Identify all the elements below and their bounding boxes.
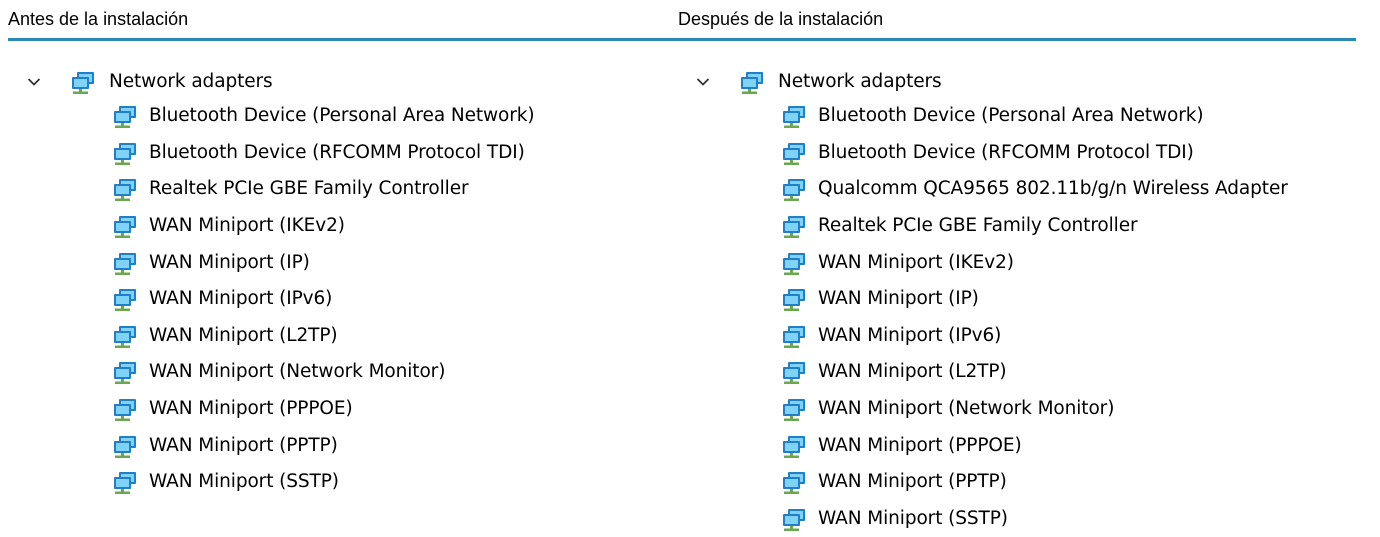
- tree-item-label: WAN Miniport (Network Monitor): [149, 361, 446, 383]
- chevron-down-icon[interactable]: [696, 66, 722, 98]
- tree-item[interactable]: WAN Miniport (Network Monitor): [780, 391, 1288, 428]
- tree-item-label: WAN Miniport (SSTP): [818, 507, 1008, 529]
- tree-item-label: WAN Miniport (L2TP): [149, 324, 338, 346]
- network-adapter-icon: [780, 140, 808, 166]
- tree-item[interactable]: WAN Miniport (PPPOE): [111, 391, 535, 428]
- heading-after: Después de la instalación: [678, 9, 884, 29]
- tree-item[interactable]: WAN Miniport (L2TP): [111, 318, 535, 355]
- network-adapter-icon: [111, 286, 139, 312]
- tree-item[interactable]: WAN Miniport (IKEv2): [111, 208, 535, 245]
- tree-children: Bluetooth Device (Personal Area Network)…: [780, 98, 1288, 537]
- chevron-down-icon[interactable]: [27, 66, 53, 98]
- tree-item[interactable]: WAN Miniport (IKEv2): [780, 244, 1288, 281]
- tree-item[interactable]: WAN Miniport (SSTP): [111, 464, 535, 501]
- tree-item-label: WAN Miniport (IP): [149, 251, 310, 273]
- tree-item-label: Qualcomm QCA9565 802.11b/g/n Wireless Ad…: [818, 178, 1288, 200]
- tree-item-label: Bluetooth Device (RFCOMM Protocol TDI): [149, 141, 525, 163]
- tree-item[interactable]: Qualcomm QCA9565 802.11b/g/n Wireless Ad…: [780, 171, 1288, 208]
- tree-item[interactable]: Realtek PCIe GBE Family Controller: [780, 208, 1288, 245]
- tree-item-label: WAN Miniport (L2TP): [818, 361, 1007, 383]
- tree-item-label: Bluetooth Device (Personal Area Network): [818, 105, 1204, 127]
- network-adapter-icon: [780, 323, 808, 349]
- tree-item-label: Realtek PCIe GBE Family Controller: [149, 178, 469, 200]
- device-tree-before: Network adapters Bluetooth Device (Perso…: [27, 66, 535, 501]
- tree-item[interactable]: WAN Miniport (IP): [111, 244, 535, 281]
- tree-node-network-adapters[interactable]: Network adapters: [27, 66, 535, 98]
- network-adapter-icon: [69, 69, 97, 95]
- tree-item-label: WAN Miniport (PPPOE): [818, 434, 1022, 456]
- network-adapter-icon: [111, 140, 139, 166]
- tree-item-label: Bluetooth Device (Personal Area Network): [149, 105, 535, 127]
- tree-item-label: WAN Miniport (IPv6): [818, 324, 1002, 346]
- tree-item-label: WAN Miniport (IKEv2): [149, 215, 345, 237]
- network-adapter-icon: [111, 213, 139, 239]
- tree-item[interactable]: WAN Miniport (PPTP): [111, 427, 535, 464]
- heading-before: Antes de la instalación: [8, 9, 189, 29]
- network-adapter-icon: [780, 396, 808, 422]
- tree-node-network-adapters[interactable]: Network adapters: [696, 66, 1288, 98]
- tree-item[interactable]: Bluetooth Device (Personal Area Network): [780, 98, 1288, 135]
- network-adapter-icon: [780, 176, 808, 202]
- network-adapter-icon: [780, 250, 808, 276]
- tree-item-label: WAN Miniport (SSTP): [149, 471, 339, 493]
- tree-children: Bluetooth Device (Personal Area Network)…: [111, 98, 535, 501]
- tree-item-label: WAN Miniport (Network Monitor): [818, 398, 1115, 420]
- tree-item[interactable]: WAN Miniport (Network Monitor): [111, 354, 535, 391]
- network-adapter-icon: [111, 433, 139, 459]
- network-adapter-icon: [111, 323, 139, 349]
- network-adapter-icon: [111, 396, 139, 422]
- network-adapter-icon: [111, 469, 139, 495]
- tree-item[interactable]: Bluetooth Device (RFCOMM Protocol TDI): [111, 135, 535, 172]
- tree-item[interactable]: WAN Miniport (IPv6): [780, 318, 1288, 355]
- network-adapter-icon: [738, 69, 766, 95]
- tree-item[interactable]: Bluetooth Device (RFCOMM Protocol TDI): [780, 135, 1288, 172]
- tree-item-label: Realtek PCIe GBE Family Controller: [818, 215, 1138, 237]
- tree-item[interactable]: WAN Miniport (PPPOE): [780, 427, 1288, 464]
- network-adapter-icon: [780, 469, 808, 495]
- tree-node-label: Network adapters: [778, 71, 942, 92]
- network-adapter-icon: [111, 103, 139, 129]
- tree-item-label: WAN Miniport (PPTP): [818, 471, 1007, 493]
- network-adapter-icon: [780, 103, 808, 129]
- comparison-header: Antes de la instalación Después de la in…: [8, 0, 1356, 41]
- tree-item[interactable]: Realtek PCIe GBE Family Controller: [111, 171, 535, 208]
- tree-item[interactable]: WAN Miniport (L2TP): [780, 354, 1288, 391]
- tree-item-label: WAN Miniport (IP): [818, 288, 979, 310]
- network-adapter-icon: [111, 176, 139, 202]
- tree-item-label: WAN Miniport (IPv6): [149, 288, 333, 310]
- tree-item-label: Bluetooth Device (RFCOMM Protocol TDI): [818, 141, 1194, 163]
- tree-item-label: WAN Miniport (IKEv2): [818, 251, 1014, 273]
- network-adapter-icon: [780, 286, 808, 312]
- tree-item[interactable]: WAN Miniport (IP): [780, 281, 1288, 318]
- network-adapter-icon: [111, 250, 139, 276]
- tree-item[interactable]: Bluetooth Device (Personal Area Network): [111, 98, 535, 135]
- network-adapter-icon: [780, 506, 808, 532]
- network-adapter-icon: [780, 359, 808, 385]
- network-adapter-icon: [780, 433, 808, 459]
- network-adapter-icon: [780, 213, 808, 239]
- tree-node-label: Network adapters: [109, 71, 273, 92]
- device-tree-after: Network adapters Bluetooth Device (Perso…: [696, 66, 1288, 537]
- tree-item-label: WAN Miniport (PPPOE): [149, 398, 353, 420]
- tree-item-label: WAN Miniport (PPTP): [149, 434, 338, 456]
- tree-item[interactable]: WAN Miniport (PPTP): [780, 464, 1288, 501]
- tree-item[interactable]: WAN Miniport (IPv6): [111, 281, 535, 318]
- network-adapter-icon: [111, 359, 139, 385]
